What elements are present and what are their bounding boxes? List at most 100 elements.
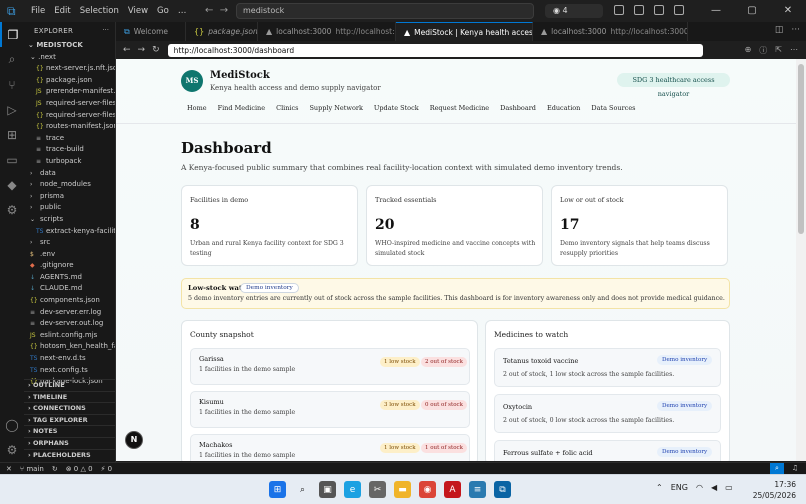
- nav-clinics[interactable]: Clinics: [276, 104, 298, 112]
- nextjs-dev-tools-button[interactable]: N: [125, 431, 143, 449]
- agent-status[interactable]: ◉ 4: [545, 4, 603, 18]
- menu-go[interactable]: Go: [157, 6, 169, 16]
- search-icon[interactable]: ⌕: [0, 47, 24, 72]
- workspace-root[interactable]: ⌄ MEDISTOCK: [24, 40, 115, 52]
- nav-update-stock[interactable]: Update Stock: [374, 104, 419, 112]
- tree-item[interactable]: › data: [24, 168, 115, 180]
- search-icon[interactable]: ⌕: [294, 481, 311, 498]
- section-connections[interactable]: › CONNECTIONS: [24, 402, 115, 414]
- scrollbar-thumb[interactable]: [798, 64, 804, 234]
- source-control-icon[interactable]: ⑂: [0, 72, 24, 97]
- tree-item[interactable]: ◆ .gitignore: [24, 260, 115, 272]
- sync-icon[interactable]: ↻: [52, 465, 58, 473]
- tree-item[interactable]: ≡ dev-server.out.log: [24, 318, 115, 330]
- tree-item[interactable]: {} components.json: [24, 295, 115, 307]
- notepad-icon[interactable]: ≡: [469, 481, 486, 498]
- tree-item[interactable]: › public: [24, 202, 115, 214]
- notifications-icon[interactable]: ♫: [788, 463, 802, 474]
- tree-item[interactable]: {}hotosm_ken_health_fa...: [24, 341, 115, 353]
- tree-folder-next[interactable]: ⌄ .next: [24, 52, 115, 64]
- tree-item[interactable]: {} next-server.js.nft.json: [24, 63, 115, 75]
- browser-more-icon[interactable]: ⋯: [790, 45, 798, 56]
- python-icon[interactable]: ◆: [0, 172, 24, 197]
- tree-item[interactable]: JS required-server-files.js...: [24, 98, 115, 110]
- tree-item[interactable]: {}required-server-files.j...: [24, 110, 115, 122]
- section-timeline[interactable]: › TIMELINE: [24, 390, 115, 403]
- menu-edit[interactable]: Edit: [54, 6, 70, 16]
- menu-more[interactable]: …: [178, 6, 187, 16]
- tab-package-json[interactable]: {} package.json: [186, 22, 258, 41]
- tree-item[interactable]: ≡ dev-server.err.log: [24, 307, 115, 319]
- tree-item[interactable]: JS eslint.config.mjs: [24, 330, 115, 342]
- tree-item[interactable]: › prisma: [24, 191, 115, 203]
- tree-item[interactable]: {} routes-manifest.json: [24, 121, 115, 133]
- section-tag-explorer[interactable]: › TAG EXPLORER: [24, 413, 115, 426]
- tree-item[interactable]: › node_modules: [24, 179, 115, 191]
- reload-icon[interactable]: ↻: [152, 45, 160, 55]
- tree-item[interactable]: {} package.json: [24, 75, 115, 87]
- section-orphans[interactable]: › ORPHANS: [24, 436, 115, 449]
- tree-item[interactable]: TSextract-kenya-faciliti...: [24, 226, 115, 238]
- zoom-icon[interactable]: ⌕: [770, 463, 784, 474]
- open-external-icon[interactable]: ⇱: [775, 45, 782, 56]
- brand-name[interactable]: MediStock: [210, 70, 270, 81]
- tree-item[interactable]: ≡ turbopack: [24, 156, 115, 168]
- tree-item[interactable]: › src: [24, 237, 115, 249]
- tab-welcome[interactable]: ⧉ Welcome: [116, 22, 186, 41]
- nav-find-medicine[interactable]: Find Medicine: [218, 104, 266, 112]
- close-window-icon[interactable]: ✕: [770, 0, 806, 22]
- forward-arrow-icon[interactable]: →: [220, 5, 228, 16]
- file-explorer-icon[interactable]: ▬: [394, 481, 411, 498]
- section-placeholders[interactable]: › PLACEHOLDERS: [24, 448, 115, 461]
- acrobat-icon[interactable]: A: [444, 481, 461, 498]
- nav-home[interactable]: Home: [187, 104, 207, 112]
- edge-icon[interactable]: e: [344, 481, 361, 498]
- tab-localhost-update-stock[interactable]: ▲localhost:3000http://localhost:3000/upd…: [533, 22, 688, 41]
- section-notes[interactable]: › NOTES: [24, 425, 115, 437]
- browser-forward-icon[interactable]: →: [138, 45, 146, 55]
- browser-back-icon[interactable]: ←: [123, 45, 131, 55]
- explorer-icon[interactable]: ❐: [0, 22, 24, 47]
- tree-item[interactable]: JS prerender-manifest.js...: [24, 86, 115, 98]
- tab-localhost-root[interactable]: ▲localhost:3000http://localhost:3000/: [258, 22, 396, 41]
- snipping-tool-icon[interactable]: ✂: [369, 481, 386, 498]
- tray-overflow-icon[interactable]: ⌃: [656, 483, 663, 492]
- menu-file[interactable]: File: [31, 6, 45, 16]
- account-icon[interactable]: ◯: [0, 412, 24, 437]
- tree-item[interactable]: ≡ trace: [24, 133, 115, 145]
- settings-sync-icon[interactable]: ⚙: [0, 197, 24, 222]
- toggle-sidebar-icon[interactable]: [634, 5, 644, 15]
- chrome-icon[interactable]: ◉: [419, 481, 436, 498]
- run-debug-icon[interactable]: ▷: [0, 97, 24, 122]
- section-outline[interactable]: › OUTLINE: [24, 379, 115, 391]
- volume-icon[interactable]: ◀: [711, 483, 717, 492]
- wifi-icon[interactable]: ◠: [696, 483, 703, 492]
- minimize-icon[interactable]: —: [698, 0, 734, 22]
- ports-indicator[interactable]: ⚡ 0: [101, 465, 113, 473]
- task-view-icon[interactable]: ▣: [319, 481, 336, 498]
- more-actions-icon[interactable]: ···: [102, 26, 109, 34]
- problems-indicator[interactable]: ⊗ 0 △ 0: [66, 465, 93, 473]
- menu-selection[interactable]: Selection: [80, 6, 119, 16]
- windows-start-icon[interactable]: ⊞: [269, 481, 286, 498]
- extensions-icon[interactable]: ⊞: [0, 122, 24, 147]
- remote-explorer-icon[interactable]: ▭: [0, 147, 24, 172]
- tree-item[interactable]: ⌄ scripts: [24, 214, 115, 226]
- url-input[interactable]: http://localhost:3000/dashboard: [167, 43, 703, 57]
- page-scrollbar[interactable]: [796, 59, 806, 461]
- info-icon[interactable]: ⓘ: [759, 45, 767, 56]
- menu-view[interactable]: View: [128, 6, 148, 16]
- nav-request-medicine[interactable]: Request Medicine: [430, 104, 489, 112]
- language-indicator[interactable]: ENG: [671, 483, 688, 492]
- nav-data-sources[interactable]: Data Sources: [591, 104, 635, 112]
- tree-item[interactable]: ↓ AGENTS.md: [24, 272, 115, 284]
- nav-supply-network[interactable]: Supply Network: [309, 104, 362, 112]
- maximize-icon[interactable]: ▢: [734, 0, 770, 22]
- command-center-search[interactable]: medistock: [236, 3, 534, 19]
- brand-logo[interactable]: MS: [181, 70, 203, 92]
- tree-item[interactable]: ≡ trace-build: [24, 144, 115, 156]
- battery-icon[interactable]: ▭: [725, 483, 733, 492]
- remote-indicator-icon[interactable]: ✕: [6, 465, 12, 473]
- gear-icon[interactable]: ⚙: [0, 437, 24, 462]
- toggle-secondary-sidebar-icon[interactable]: [674, 5, 684, 15]
